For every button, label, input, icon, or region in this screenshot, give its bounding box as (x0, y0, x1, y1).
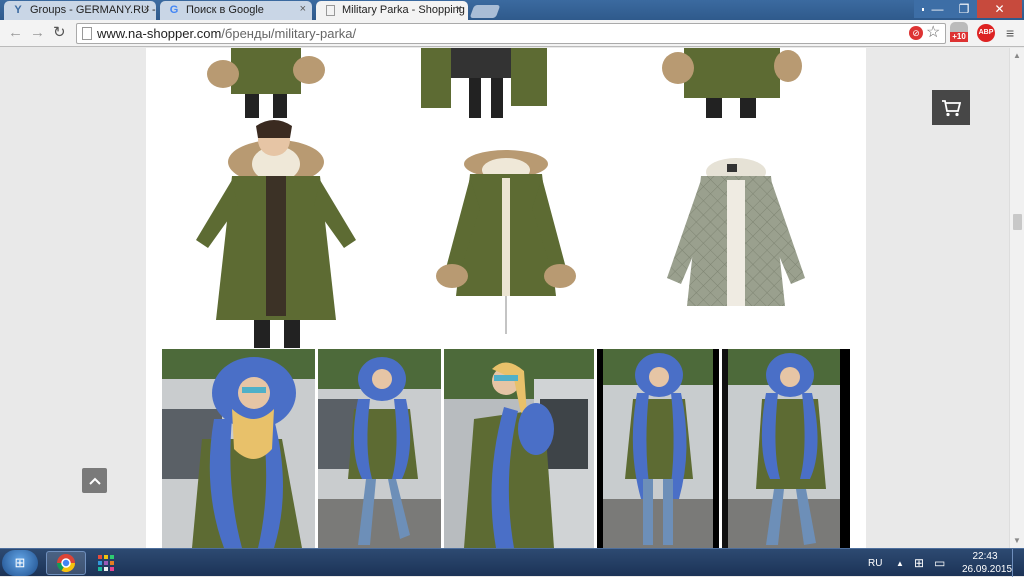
menu-icon[interactable]: ≡ (1006, 24, 1014, 42)
product-photo-blue-fur-2[interactable] (318, 349, 441, 548)
forward-arrow-icon[interactable]: → (30, 25, 45, 41)
scroll-up-arrow-icon[interactable]: ▲ (1013, 51, 1021, 60)
page-viewport (0, 48, 1009, 548)
window-controls: — ❐ ✕ (924, 0, 1022, 18)
extension-badge[interactable]: +10 (950, 22, 970, 42)
extension-badge-count: +10 (950, 32, 968, 42)
reload-icon[interactable]: ↻ (53, 25, 66, 41)
tab-title: Поиск в Google (186, 4, 264, 16)
groups-favicon-icon: Y (14, 4, 22, 16)
parka-photo (436, 150, 576, 334)
clock-time: 22:43 (972, 551, 998, 562)
parka-photo (162, 349, 315, 548)
close-window-button[interactable]: ✕ (977, 0, 1022, 18)
page-scrollbar[interactable]: ▲ ▼ (1009, 48, 1024, 548)
scroll-to-top-button[interactable] (82, 468, 107, 493)
product-parka-fur-cuffs-top[interactable] (201, 48, 331, 118)
minimize-button[interactable]: — (924, 0, 951, 18)
parka-photo (667, 158, 805, 306)
url-path: /бренды/military-parka/ (221, 26, 357, 41)
start-button[interactable]: ⊞ (2, 550, 38, 576)
parka-photo (444, 349, 594, 548)
page-info-icon (82, 27, 92, 40)
taskbar-apps-grid[interactable] (88, 551, 124, 575)
parka-photo (196, 120, 356, 348)
tab-groups[interactable]: Y Groups - GERMANY.RU - × (4, 1, 156, 20)
product-parka-open-top[interactable] (411, 48, 561, 118)
windows-flag-icon[interactable]: ⊞ (914, 549, 924, 577)
tray-expand-icon[interactable]: ▲ (896, 549, 904, 577)
tab-military-parka[interactable]: Military Parka - Shopping × (316, 1, 468, 20)
back-arrow-icon[interactable]: ← (8, 25, 23, 41)
product-parka-quilted-liner[interactable] (661, 158, 811, 313)
product-parka-fur-cuffs[interactable] (436, 148, 576, 338)
product-photo-blue-fur-4[interactable] (597, 349, 719, 548)
url-host: www.na-shopper.com (97, 26, 222, 41)
close-icon[interactable]: × (456, 3, 462, 15)
cloud-icon (950, 22, 968, 32)
parka-photo (597, 349, 719, 548)
taskbar-chrome[interactable] (46, 551, 86, 575)
close-icon[interactable]: × (300, 3, 306, 15)
bookmark-star-icon[interactable]: ☆ (926, 24, 940, 42)
network-icon[interactable]: ▭ (934, 549, 945, 577)
tab-strip: Y Groups - GERMANY.RU - × G Поиск в Goog… (0, 0, 1024, 20)
scrollbar-thumb[interactable] (1013, 214, 1022, 230)
blocked-icon[interactable]: ⊘ (909, 26, 923, 40)
tab-google[interactable]: G Поиск в Google × (160, 1, 312, 20)
parka-photo (318, 349, 441, 548)
apps-grid-icon (98, 555, 114, 571)
maximize-button[interactable]: ❐ (951, 0, 977, 18)
scroll-down-arrow-icon[interactable]: ▼ (1013, 536, 1021, 545)
taskbar-clock[interactable]: 22:43 26.09.2015 (962, 550, 1013, 576)
show-desktop-button[interactable] (1012, 549, 1024, 577)
product-parka-model-hood[interactable] (186, 120, 366, 348)
taskbar: ⊞ RU ▲ ⊞ ▭ 22:43 26.09.2015 (0, 548, 1024, 577)
tab-title: Groups - GERMANY.RU - (30, 4, 156, 16)
product-photo-blue-fur-5[interactable] (722, 349, 850, 548)
product-grid (146, 48, 866, 548)
parka-photo (207, 48, 325, 118)
product-photo-blue-fur-3[interactable] (444, 349, 594, 548)
browser-toolbar: ← → ↻ www.na-shopper.com/бренды/military… (0, 20, 1024, 47)
shopping-cart-icon (942, 99, 961, 116)
language-indicator[interactable]: RU (868, 549, 882, 577)
google-favicon-icon: G (169, 4, 179, 16)
chrome-icon (57, 554, 75, 573)
adblock-plus-icon[interactable]: ABP (977, 24, 995, 42)
product-parka-hood-top[interactable] (656, 48, 806, 118)
product-photo-blue-fur-1[interactable] (162, 349, 315, 548)
clock-date: 26.09.2015 (962, 564, 1013, 575)
parka-photo (728, 349, 850, 548)
new-tab-button[interactable] (469, 5, 501, 18)
address-bar[interactable]: www.na-shopper.com/бренды/military-parka… (76, 23, 946, 44)
page-favicon-icon (326, 5, 335, 16)
parka-photo (662, 48, 802, 118)
close-icon[interactable]: × (144, 3, 150, 15)
cart-button[interactable] (932, 90, 970, 125)
chevron-up-icon (88, 477, 101, 485)
tab-title: Military Parka - Shopping (342, 4, 465, 16)
windows-logo-icon: ⊞ (14, 555, 26, 570)
parka-photo (421, 48, 547, 118)
